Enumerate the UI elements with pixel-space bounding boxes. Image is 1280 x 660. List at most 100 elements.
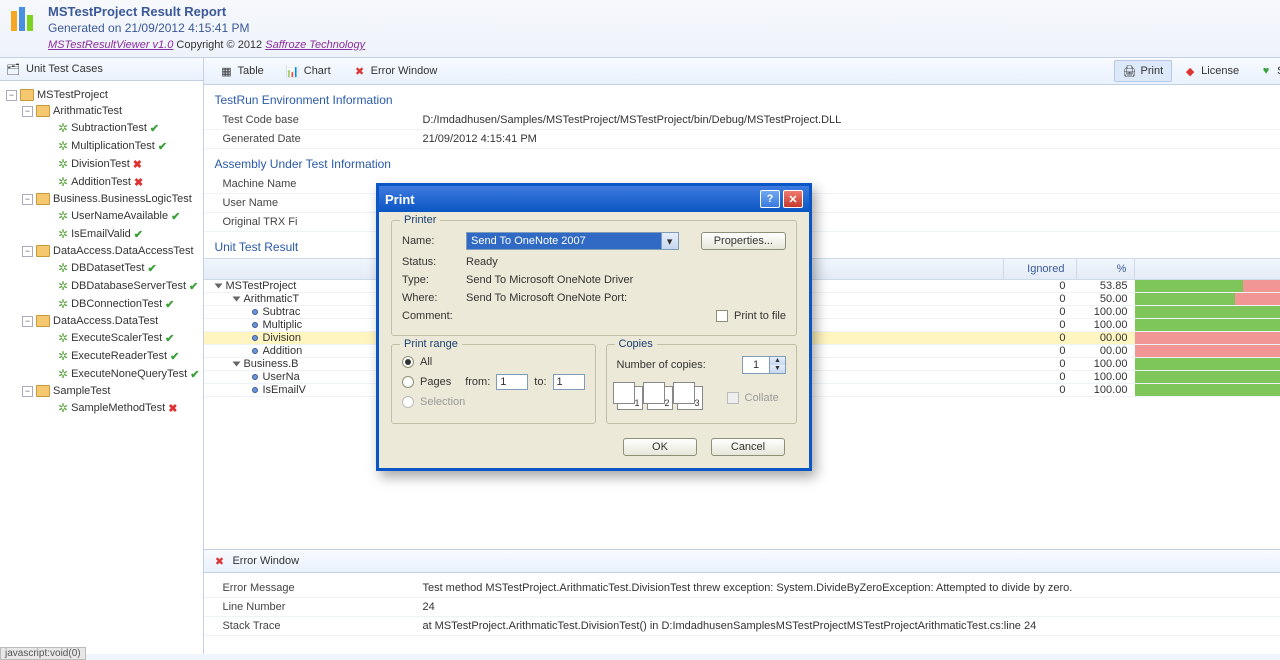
tree-node[interactable]: ✲AdditionTest✖ — [4, 173, 199, 191]
table-icon: ▦ — [219, 64, 233, 78]
toggle-icon[interactable]: − — [22, 386, 33, 397]
tree-node[interactable]: ✲DBDatabaseServerTest✔ — [4, 277, 199, 295]
error-panel-title: ✖ Error Window — [204, 550, 1280, 573]
expand-icon[interactable] — [215, 284, 223, 289]
tree-icon: 🗂 — [6, 62, 20, 76]
status-bar: javascript:void(0) — [0, 647, 86, 660]
tree-node[interactable]: ✲DBConnectionTest✔ — [4, 295, 199, 313]
check-icon: ✔ — [170, 350, 179, 363]
toggle-icon[interactable]: − — [6, 90, 17, 101]
properties-button[interactable]: Properties... — [701, 232, 786, 250]
copies-spinner[interactable]: ▲▼ — [742, 356, 786, 374]
toggle-icon[interactable]: − — [22, 194, 33, 205]
gear-icon: ✲ — [58, 227, 68, 241]
collate-illustration: 1 2 3 — [617, 386, 703, 410]
gear-icon: ✲ — [58, 175, 68, 189]
check-icon: ✔ — [190, 368, 199, 381]
bullet-icon — [252, 309, 258, 315]
dialog-close-button[interactable]: ✕ — [783, 190, 803, 208]
range-pages-radio[interactable] — [402, 376, 414, 388]
tree-node[interactable]: ✲DivisionTest✖ — [4, 155, 199, 173]
table-button[interactable]: ▦Table — [210, 60, 272, 82]
toggle-icon[interactable]: − — [22, 316, 33, 327]
toggle-icon[interactable]: − — [22, 246, 33, 257]
heart-icon: ♥ — [1259, 64, 1273, 78]
expand-icon[interactable] — [233, 362, 241, 367]
app-logo-icon — [8, 4, 40, 36]
bullet-icon — [252, 335, 258, 341]
gear-icon: ✲ — [58, 331, 68, 345]
gear-icon: ✲ — [58, 209, 68, 223]
range-all-radio[interactable] — [402, 356, 414, 368]
error-panel: ✖ Error Window Error MessageTest method … — [204, 550, 1280, 654]
test-tree[interactable]: −MSTestProject−ArithmaticTest✲Subtractio… — [0, 81, 203, 654]
gear-icon: ✲ — [58, 139, 68, 153]
check-icon: ✔ — [147, 262, 156, 275]
page-to-input[interactable] — [553, 374, 585, 390]
folder-icon — [36, 105, 50, 117]
tree-node[interactable]: ✲ExecuteScalerTest✔ — [4, 329, 199, 347]
tree-node[interactable]: −ArithmaticTest — [4, 103, 199, 119]
check-icon: ✔ — [189, 280, 198, 293]
gear-icon: ✲ — [58, 261, 68, 275]
folder-icon — [36, 315, 50, 327]
tree-node[interactable]: ✲SampleMethodTest✖ — [4, 399, 199, 417]
folder-icon — [36, 385, 50, 397]
print-to-file-checkbox[interactable] — [716, 310, 728, 322]
tree-node[interactable]: ✲ExecuteReaderTest✔ — [4, 347, 199, 365]
bullet-icon — [252, 322, 258, 328]
tree-node[interactable]: −MSTestProject — [4, 87, 199, 103]
gear-icon: ✲ — [58, 401, 68, 415]
viewer-link[interactable]: MSTestResultViewer v1.0 — [48, 39, 173, 51]
print-range-fieldset: Print range All Pages from: to: Selectio… — [391, 344, 596, 424]
expand-icon[interactable] — [233, 297, 241, 302]
cross-icon: ✖ — [134, 176, 143, 189]
tree-node[interactable]: ✲MultiplicationTest✔ — [4, 137, 199, 155]
tree-node[interactable]: ✲UserNameAvailable✔ — [4, 207, 199, 225]
dialog-help-button[interactable]: ? — [760, 190, 780, 208]
collate-checkbox — [727, 392, 739, 404]
sidebar: 🗂 Unit Test Cases −MSTestProject−Arithma… — [0, 58, 204, 654]
printer-icon: 🖨 — [1123, 64, 1137, 78]
bullet-icon — [252, 374, 258, 380]
license-button[interactable]: ◆License — [1174, 60, 1248, 82]
folder-icon — [20, 89, 34, 101]
check-icon: ✔ — [165, 332, 174, 345]
chart-button[interactable]: 📊Chart — [277, 60, 340, 82]
check-icon: ✔ — [165, 298, 174, 311]
page-title: MSTestProject Result Report — [48, 4, 365, 19]
error-icon: ✖ — [353, 64, 367, 78]
tree-node[interactable]: −Business.BusinessLogicTest — [4, 191, 199, 207]
copies-fieldset: Copies Number of copies: ▲▼ 1 2 3 — [606, 344, 798, 424]
toolbar: ▦Table 📊Chart ✖Error Window 🖨Print ◆Lice… — [204, 58, 1280, 85]
printer-select[interactable]: Send To OneNote 2007 ▾ — [466, 232, 679, 250]
tree-node[interactable]: ✲IsEmailValid✔ — [4, 225, 199, 243]
printer-fieldset: Printer Name: Send To OneNote 2007 ▾ Pro… — [391, 220, 797, 336]
bullet-icon — [252, 387, 258, 393]
company-link[interactable]: Saffroze Technology — [265, 39, 365, 51]
tree-node[interactable]: ✲SubtractionTest✔ — [4, 119, 199, 137]
header: MSTestProject Result Report Generated on… — [0, 0, 1280, 58]
dialog-titlebar[interactable]: Print ? ✕ — [379, 186, 809, 212]
check-icon: ✔ — [171, 210, 180, 223]
spin-down-icon[interactable]: ▼ — [770, 365, 785, 373]
cancel-button[interactable]: Cancel — [711, 438, 785, 456]
check-icon: ✔ — [158, 140, 167, 153]
page-from-input[interactable] — [496, 374, 528, 390]
tree-node[interactable]: −SampleTest — [4, 383, 199, 399]
support-button[interactable]: ♥Support — [1250, 60, 1280, 82]
gear-icon: ✲ — [58, 297, 68, 311]
toggle-icon[interactable]: − — [22, 106, 33, 117]
tree-node[interactable]: −DataAccess.DataTest — [4, 313, 199, 329]
gear-icon: ✲ — [58, 121, 68, 135]
tree-node[interactable]: ✲ExecuteNoneQueryTest✔ — [4, 365, 199, 383]
error-window-button[interactable]: ✖Error Window — [344, 60, 447, 82]
tree-node[interactable]: ✲DBDatasetTest✔ — [4, 259, 199, 277]
cross-icon: ✖ — [133, 158, 142, 171]
spin-up-icon[interactable]: ▲ — [770, 357, 785, 365]
ok-button[interactable]: OK — [623, 438, 697, 456]
tree-node[interactable]: −DataAccess.DataAccessTest — [4, 243, 199, 259]
chevron-down-icon[interactable]: ▾ — [661, 233, 678, 249]
print-button[interactable]: 🖨Print — [1114, 60, 1173, 82]
assembly-header: Assembly Under Test Information — [204, 149, 1280, 175]
